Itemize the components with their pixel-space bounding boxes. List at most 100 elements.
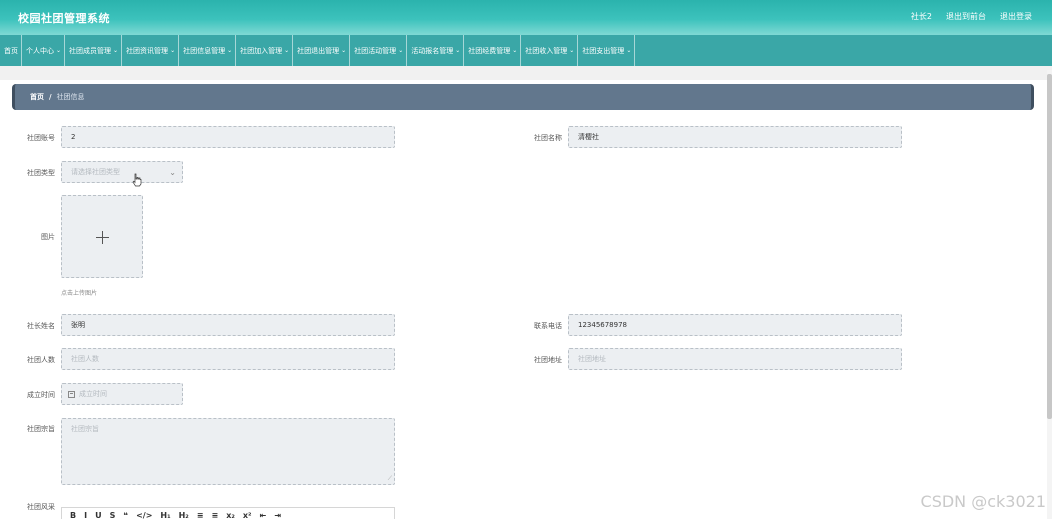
nav-item-label: 活动报名管理 (411, 46, 454, 55)
club-account-field[interactable]: 2 (61, 126, 395, 148)
style-label: 社团风采 (27, 503, 55, 511)
chevron-down-icon: ⌄ (512, 47, 518, 54)
leader-name-field[interactable]: 张明 (61, 314, 395, 336)
editor-tool-button[interactable]: S (110, 511, 116, 519)
breadcrumb-home[interactable]: 首页 (30, 92, 44, 102)
founded-label: 成立时间 (27, 391, 55, 399)
breadcrumb-separator: / (49, 93, 52, 101)
club-name-value: 清樱社 (578, 133, 599, 141)
phone-value: 12345678978 (578, 321, 627, 329)
purpose-placeholder: 社团宗旨 (71, 425, 99, 433)
nav-item-label: 社团信息管理 (183, 46, 226, 55)
picture-label: 图片 (41, 233, 55, 241)
chevron-down-icon: ⌄ (569, 47, 575, 54)
top-actions: 社长2 退出到前台 退出登录 (911, 11, 1032, 22)
phone-label: 联系电话 (534, 322, 562, 330)
image-upload-box[interactable] (61, 195, 143, 278)
app-title: 校园社团管理系统 (18, 12, 110, 25)
nav-item[interactable]: 社团退出管理 ⌄ (293, 35, 351, 66)
nav-item[interactable]: 首页 (0, 35, 22, 66)
nav-item-label: 社团成员管理 (69, 46, 112, 55)
club-account-label: 社团账号 (27, 134, 55, 142)
editor-tool-button[interactable]: ⇤ (260, 511, 267, 519)
nav-item-label: 社团退出管理 (297, 46, 340, 55)
upload-hint: 点击上传图片 (61, 290, 98, 297)
breadcrumb-current: 社团信息 (56, 93, 85, 101)
nav-item[interactable]: 社团加入管理 ⌄ (236, 35, 294, 66)
top-header: 校园社团管理系统 社长2 退出到前台 退出登录 (0, 0, 1052, 35)
nav-item-label: 社团资讯管理 (126, 46, 169, 55)
chevron-down-icon: ⌄ (227, 47, 233, 54)
member-count-placeholder: 社团人数 (71, 355, 99, 363)
editor-tool-button[interactable]: ❝ (123, 511, 128, 519)
club-type-label: 社团类型 (27, 169, 55, 177)
chevron-down-icon: ⌄ (113, 47, 119, 54)
club-type-select[interactable]: 请选择社团类型 ⌄ (61, 161, 183, 183)
nav-item-label: 个人中心 (26, 46, 54, 55)
resize-grip-icon[interactable]: ⟋ (388, 475, 392, 483)
breadcrumb: 首页 / 社团信息 (12, 84, 1034, 110)
rich-text-toolbar: B I U S ❝ </> H₁ H₂ ≡ ≡ x₂ x² ⇤ ⇥ (61, 507, 395, 519)
founded-date-picker[interactable]: 成立时间 (61, 383, 183, 405)
exit-to-frontend-link[interactable]: 退出到前台 (946, 11, 986, 22)
chevron-down-icon: ⌄ (341, 47, 347, 54)
sub-header-strip (0, 66, 1052, 80)
member-count-label: 社团人数 (27, 356, 55, 364)
club-name-field[interactable]: 清樱社 (568, 126, 902, 148)
hand-cursor-icon (132, 173, 142, 187)
logout-link[interactable]: 退出登录 (1000, 11, 1032, 22)
scroll-thumb[interactable] (1047, 74, 1052, 419)
chevron-down-icon: ⌄ (56, 47, 62, 54)
club-type-placeholder: 请选择社团类型 (71, 168, 120, 176)
club-name-label: 社团名称 (534, 134, 562, 142)
csdn-watermark: CSDN @ck3021 (920, 492, 1046, 511)
chevron-down-icon: ⌄ (626, 47, 632, 54)
purpose-textarea[interactable]: 社团宗旨 ⟋ (61, 418, 395, 485)
purpose-label: 社团宗旨 (27, 425, 55, 433)
nav-item[interactable]: 社团收入管理 ⌄ (521, 35, 579, 66)
nav-item[interactable]: 社团资讯管理 ⌄ (122, 35, 180, 66)
editor-tool-button[interactable]: ≡ (212, 511, 219, 519)
nav-item[interactable]: 活动报名管理 ⌄ (407, 35, 465, 66)
chevron-down-icon: ⌄ (284, 47, 290, 54)
address-field[interactable]: 社团地址 (568, 348, 902, 370)
nav-item-label: 社团加入管理 (240, 46, 283, 55)
editor-tool-button[interactable]: B (70, 511, 76, 519)
editor-tool-button[interactable]: I (84, 511, 87, 519)
main-nav: 首页 个人中心 ⌄ 社团成员管理 ⌄ 社团资讯管理 ⌄ 社团信息管理 ⌄ 社团加入管理 ⌄ 社团退出管… (0, 35, 1052, 66)
editor-tool-button[interactable]: x₂ (226, 511, 235, 519)
chevron-down-icon: ⌄ (170, 47, 176, 54)
nav-item-label: 社团收入管理 (525, 46, 568, 55)
calendar-icon (68, 390, 75, 398)
phone-field[interactable]: 12345678978 (568, 314, 902, 336)
editor-tool-button[interactable]: H₁ (160, 511, 170, 519)
chevron-down-icon: ⌄ (169, 168, 176, 177)
chevron-down-icon: ⌄ (398, 47, 404, 54)
address-label: 社团地址 (534, 356, 562, 364)
nav-item-label: 社团经费管理 (468, 46, 511, 55)
nav-item[interactable]: 社团成员管理 ⌄ (65, 35, 123, 66)
member-count-field[interactable]: 社团人数 (61, 348, 395, 370)
nav-item[interactable]: 社团经费管理 ⌄ (464, 35, 522, 66)
editor-tool-button[interactable]: ≡ (197, 511, 204, 519)
nav-item-label: 社团活动管理 (354, 46, 397, 55)
chevron-down-icon: ⌄ (455, 47, 461, 54)
user-link[interactable]: 社长2 (911, 11, 932, 22)
nav-item-label: 首页 (4, 46, 18, 55)
nav-item[interactable]: 个人中心 ⌄ (22, 35, 66, 66)
editor-tool-button[interactable]: </> (136, 511, 152, 519)
nav-item[interactable]: 社团活动管理 ⌄ (350, 35, 408, 66)
founded-placeholder: 成立时间 (79, 390, 107, 398)
editor-tool-button[interactable]: x² (243, 511, 252, 519)
editor-tool-button[interactable]: ⇥ (274, 511, 281, 519)
scrollbar[interactable] (1047, 70, 1052, 519)
leader-name-label: 社长姓名 (27, 322, 55, 330)
editor-tool-button[interactable]: U (95, 511, 102, 519)
nav-item[interactable]: 社团支出管理 ⌄ (578, 35, 636, 66)
nav-item[interactable]: 社团信息管理 ⌄ (179, 35, 237, 66)
nav-item-label: 社团支出管理 (582, 46, 625, 55)
club-account-value: 2 (71, 133, 76, 141)
address-placeholder: 社团地址 (578, 355, 606, 363)
plus-icon-vertical (102, 231, 103, 244)
editor-tool-button[interactable]: H₂ (179, 511, 189, 519)
